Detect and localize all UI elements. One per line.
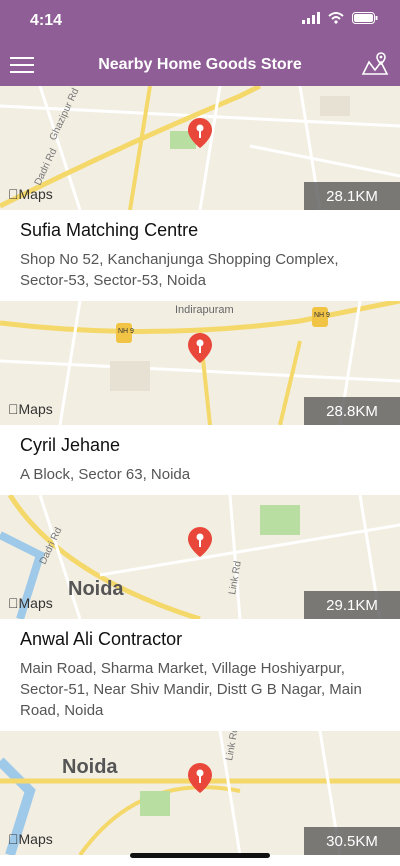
highway-shield-icon: NH 9 <box>312 307 330 327</box>
status-icons <box>302 12 378 24</box>
store-address: Main Road, Sharma Market, Village Hoshiy… <box>20 660 362 719</box>
store-card[interactable]: Dadri Rd Noida Link Rd Maps 29.1KM Anwa… <box>0 495 400 731</box>
store-name: Anwal Ali Contractor <box>20 629 183 649</box>
wifi-icon <box>328 12 344 24</box>
map-area-label: Noida <box>62 756 118 778</box>
store-address: Shop No 52, Kanchanjunga Shopping Comple… <box>20 251 339 289</box>
map-pin-icon <box>361 52 389 75</box>
highway-shield-icon: NH 9 <box>116 323 134 343</box>
distance-badge: 28.8KM <box>304 397 400 425</box>
store-map[interactable]: Indirapuram NH 9 NH 9 Maps 28.8KM <box>0 301 400 425</box>
store-card[interactable]: Indirapuram NH 9 NH 9 Maps 28.8KM C <box>0 301 400 495</box>
distance-badge: 28.1KM <box>304 182 400 210</box>
highway-shield-label: NH 9 <box>118 328 134 335</box>
status-bar: 4:14 <box>0 0 400 44</box>
distance-badge: 30.5KM <box>304 827 400 855</box>
store-map[interactable]: Ghazipur Rd Dadri Rd Maps 28.1KM <box>0 86 400 210</box>
battery-icon <box>352 12 378 24</box>
map-area-label: Noida <box>68 578 124 600</box>
highway-shield-label: NH 9 <box>314 312 330 319</box>
signal-icon <box>302 12 320 24</box>
store-map[interactable]: Dadri Rd Noida Link Rd Maps 29.1KM <box>0 495 400 619</box>
map-area-label: Indirapuram <box>175 304 234 316</box>
status-time: 4:14 <box>30 12 63 29</box>
distance-badge: 29.1KM <box>304 591 400 619</box>
maps-attribution: Maps <box>8 595 53 611</box>
store-map[interactable]: Noida Link Rd Maps 30.5KM <box>0 731 400 855</box>
home-indicator[interactable] <box>130 853 270 858</box>
app-header: Nearby Home Goods Store <box>0 44 400 86</box>
store-address: A Block, Sector 63, Noida <box>20 466 191 483</box>
store-card[interactable]: Ghazipur Rd Dadri Rd Maps 28.1KM Sufia … <box>0 86 400 301</box>
store-list[interactable]: Ghazipur Rd Dadri Rd Maps 28.1KM Sufia … <box>0 86 400 855</box>
page-title: Nearby Home Goods Store <box>98 56 302 73</box>
store-card[interactable]: Noida Link Rd Maps 30.5KM <box>0 731 400 855</box>
maps-attribution: Maps <box>8 831 53 847</box>
store-name: Cyril Jehane <box>20 435 121 455</box>
store-name: Sufia Matching Centre <box>20 220 199 240</box>
maps-attribution: Maps <box>8 186 53 202</box>
maps-attribution: Maps <box>8 401 53 417</box>
map-view-button[interactable] <box>360 50 390 80</box>
